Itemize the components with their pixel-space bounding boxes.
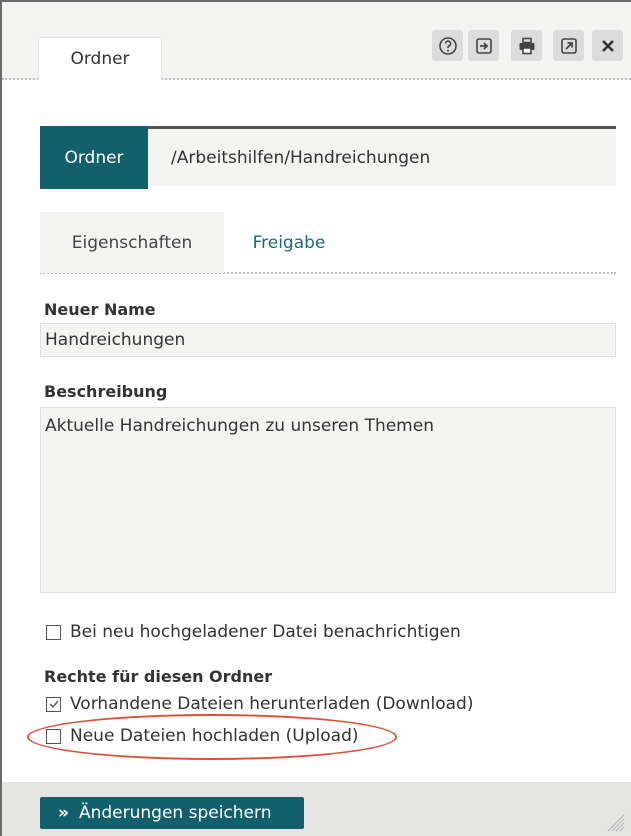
notify-label: Bei neu hochgeladener Datei benachrichti…: [70, 622, 461, 642]
rights-heading: Rechte für diesen Ordner: [44, 667, 273, 686]
folder-path-bar: Ordner /Arbeitshilfen/Handreichungen: [40, 126, 616, 189]
path-label: Ordner: [40, 126, 148, 189]
download-checkbox-row[interactable]: Vorhandene Dateien herunterladen (Downlo…: [46, 694, 473, 714]
save-button[interactable]: » Änderungen speichern: [40, 797, 304, 829]
tab-eigenschaften[interactable]: Eigenschaften: [40, 212, 224, 273]
download-label: Vorhandene Dateien herunterladen (Downlo…: [70, 694, 474, 714]
notify-checkbox[interactable]: [46, 624, 61, 640]
tab-bar: Eigenschaften Freigabe: [40, 212, 616, 274]
highlight-annotation: [27, 714, 397, 760]
tab-freigabe[interactable]: Freigabe: [224, 212, 354, 273]
external-link-icon[interactable]: [553, 30, 584, 61]
open-in-icon[interactable]: [468, 30, 499, 61]
dialog-footer: » Änderungen speichern: [2, 782, 631, 836]
close-icon[interactable]: [592, 30, 623, 61]
description-label: Beschreibung: [44, 382, 168, 401]
dialog-tab[interactable]: Ordner: [38, 37, 162, 80]
check-icon: [49, 700, 59, 709]
double-chevron-icon: »: [58, 803, 69, 823]
resize-grip-icon[interactable]: [603, 810, 625, 832]
notify-checkbox-row[interactable]: Bei neu hochgeladener Datei benachrichti…: [46, 622, 461, 642]
description-textarea[interactable]: Aktuelle Handreichungen zu unseren Theme…: [40, 407, 616, 593]
name-input[interactable]: Handreichungen: [40, 323, 616, 357]
download-checkbox[interactable]: [46, 696, 61, 712]
print-icon[interactable]: [511, 30, 542, 61]
folder-dialog: Ordner Ordner /Arbeitshilfen/Handreichun…: [0, 0, 631, 836]
path-value: /Arbeitshilfen/Handreichungen: [171, 147, 431, 168]
name-label: Neuer Name: [44, 300, 156, 319]
dialog-header: Ordner: [2, 2, 631, 80]
save-label: Änderungen speichern: [78, 803, 272, 823]
help-icon[interactable]: [432, 30, 463, 61]
